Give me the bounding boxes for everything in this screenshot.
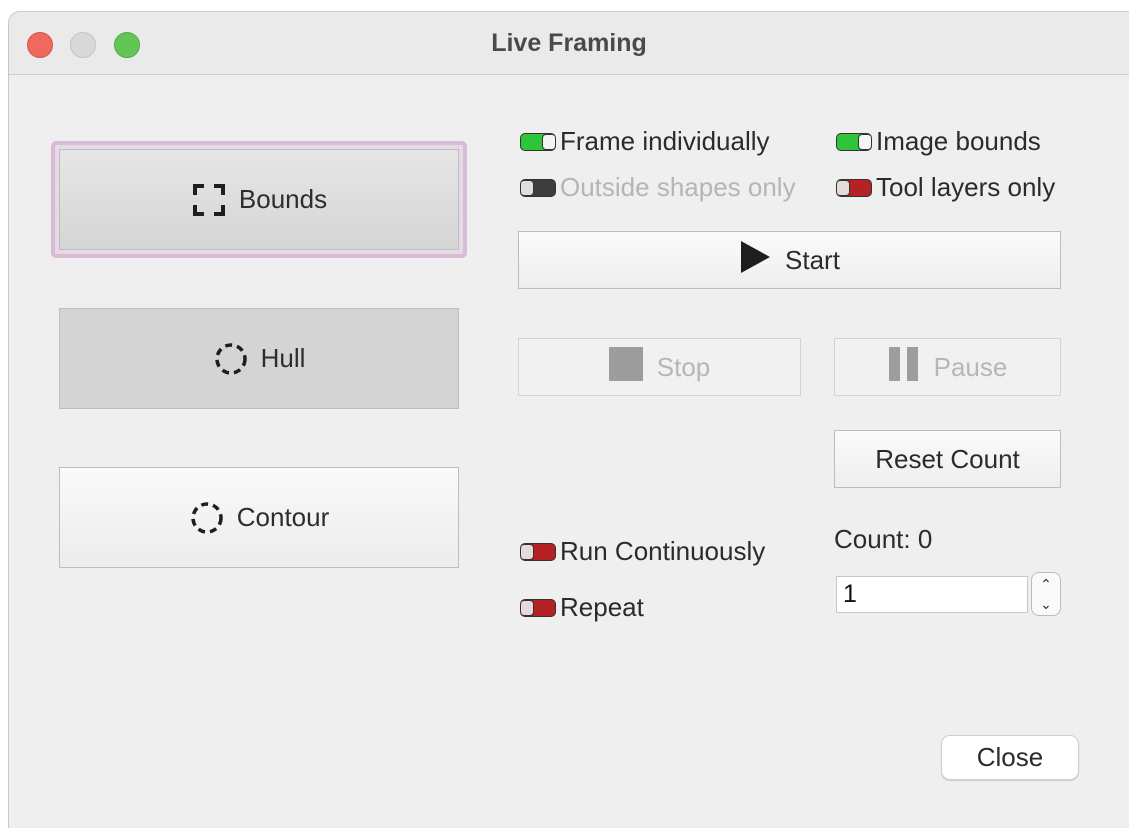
toggle-switch-icon[interactable] — [836, 132, 872, 151]
close-button[interactable]: Close — [941, 735, 1079, 780]
toggle-switch-icon[interactable] — [836, 178, 872, 197]
start-button[interactable]: Start — [518, 231, 1061, 289]
pause-button: Pause — [834, 338, 1061, 396]
run-continuously-toggle[interactable]: Run Continuously — [520, 536, 765, 567]
toggle-switch-icon[interactable] — [520, 542, 556, 561]
bounds-button-label: Bounds — [238, 184, 328, 214]
reset-count-label: Reset Count — [875, 443, 1020, 474]
start-button-label: Start — [785, 244, 840, 275]
play-icon — [739, 240, 771, 281]
bounds-button[interactable]: Bounds — [59, 149, 459, 250]
toggle-switch-icon[interactable] — [520, 598, 556, 617]
hull-button-label: Hull — [260, 343, 306, 373]
outside-shapes-only-label: Outside shapes only — [560, 172, 796, 202]
toggle-switch-icon[interactable] — [520, 132, 556, 151]
tool-layers-only-label: Tool layers only — [876, 172, 1056, 202]
contour-button-label: Contour — [236, 502, 330, 532]
count-label: Count: 0 — [834, 524, 933, 554]
repeat-count-stepper[interactable]: ⌃ ⌄ — [1031, 572, 1061, 616]
repeat-label: Repeat — [560, 592, 644, 622]
contour-button[interactable]: Contour — [59, 467, 459, 568]
stop-button: Stop — [518, 338, 801, 396]
dashed-circle-icon — [213, 341, 249, 377]
toggle-switch-icon — [520, 178, 556, 197]
image-bounds-toggle[interactable]: Image bounds — [836, 126, 1041, 157]
image-bounds-label: Image bounds — [876, 126, 1041, 156]
pause-button-label: Pause — [933, 351, 1008, 382]
frame-individually-toggle[interactable]: Frame individually — [520, 126, 770, 157]
titlebar: Live Framing — [9, 12, 1129, 75]
hull-button[interactable]: Hull — [59, 308, 459, 409]
chevron-down-icon[interactable]: ⌄ — [1040, 594, 1052, 614]
stop-button-label: Stop — [656, 351, 711, 382]
close-button-label: Close — [976, 742, 1044, 772]
repeat-count-input[interactable] — [836, 576, 1028, 613]
window-title: Live Framing — [491, 29, 647, 57]
pause-icon — [888, 346, 920, 388]
chevron-up-icon[interactable]: ⌃ — [1040, 574, 1052, 594]
bounds-corners-icon — [191, 182, 227, 218]
tool-layers-only-toggle[interactable]: Tool layers only — [836, 172, 1055, 203]
stop-icon — [608, 346, 643, 388]
run-continuously-label: Run Continuously — [560, 536, 766, 566]
frame-individually-label: Frame individually — [560, 126, 770, 156]
repeat-toggle[interactable]: Repeat — [520, 592, 644, 623]
outside-shapes-only-toggle: Outside shapes only — [520, 172, 796, 203]
reset-count-button[interactable]: Reset Count — [834, 430, 1061, 488]
dashed-circle-icon — [189, 500, 225, 536]
